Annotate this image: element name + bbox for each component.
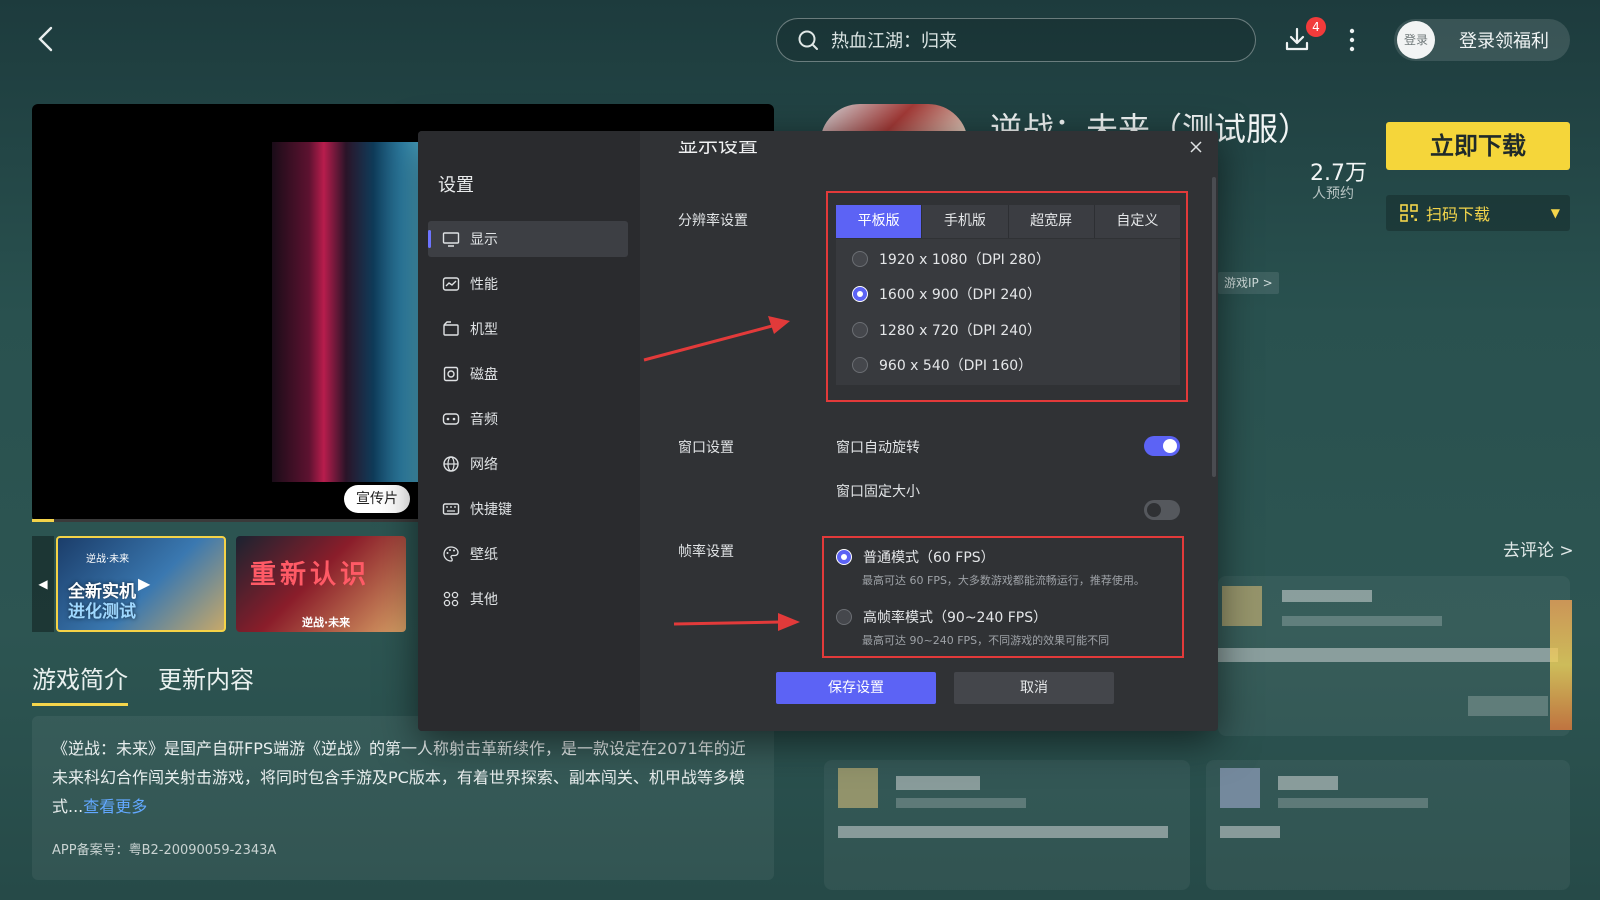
video-progress-fill: [32, 519, 54, 522]
palette-icon: [443, 546, 459, 562]
fixed-size-toggle[interactable]: [1144, 500, 1180, 520]
menu-item-network[interactable]: 网络: [428, 446, 628, 482]
fixed-size-label: 窗口固定大小: [836, 484, 920, 500]
tab-update-content[interactable]: 更新内容: [158, 660, 254, 706]
scan-download-button[interactable]: 扫码下载 ▼: [1386, 195, 1570, 231]
reserve-label: 人预约: [1312, 186, 1354, 202]
annotation-arrow: [643, 316, 790, 362]
game-ip-tag[interactable]: 游戏IP >: [1218, 272, 1279, 294]
settings-title: 设置: [438, 175, 474, 196]
comment-card-blurred: [1206, 760, 1570, 890]
menu-item-disk[interactable]: 磁盘: [428, 356, 628, 392]
thumbnail-video[interactable]: 逆战·未来 全新实机 进化测试 ▶: [56, 536, 226, 632]
save-settings-button[interactable]: 保存设置: [776, 672, 936, 704]
grid-icon: [443, 591, 459, 607]
search-icon: [798, 30, 818, 50]
fps-highlight-box: [822, 536, 1184, 658]
comment-card-blurred: [1218, 576, 1570, 736]
menu-item-audio[interactable]: 音频: [428, 401, 628, 437]
menu-item-other[interactable]: 其他: [428, 581, 628, 617]
scan-download-label: 扫码下载: [1426, 205, 1491, 224]
menu-item-wallpaper[interactable]: 壁纸: [428, 536, 628, 572]
menu-item-display[interactable]: 显示: [428, 221, 628, 257]
thumb-prev-arrow-icon[interactable]: ◀: [32, 536, 54, 632]
icp-record: APP备案号：粤B2-20090059-2343A: [52, 843, 277, 858]
device-icon: [443, 321, 459, 336]
thumbnail-image[interactable]: 重新认识 逆战·未来: [236, 536, 406, 632]
resolution-highlight-box: [826, 191, 1188, 402]
fps-settings-label: 帧率设置: [678, 544, 734, 560]
caret-down-icon[interactable]: ▼: [1551, 206, 1560, 220]
auto-rotate-label: 窗口自动旋转: [836, 440, 920, 456]
thumb-logo: 逆战·未来: [302, 616, 351, 629]
annotation-arrow: [673, 613, 800, 631]
thumb-caption: 全新实机 进化测试: [68, 582, 136, 622]
globe-icon: [443, 456, 459, 472]
menu-item-performance[interactable]: 性能: [428, 266, 628, 302]
settings-sidebar: 设置 显示 性能 机型 磁盘 音频 网络 快捷键 壁纸 其他: [418, 131, 640, 731]
disk-icon: [443, 366, 459, 382]
menu-item-shortcuts[interactable]: 快捷键: [428, 491, 628, 527]
login-button[interactable]: 登录 登录领福利: [1394, 19, 1570, 61]
comment-card-image-edge: [1550, 600, 1572, 730]
cancel-button[interactable]: 取消: [954, 672, 1114, 704]
keyboard-icon: [442, 503, 460, 515]
settings-dialog: 设置 显示 性能 机型 磁盘 音频 网络 快捷键 壁纸 其他 显示设置 分辨率设…: [418, 131, 1218, 731]
search-input[interactable]: 热血江湖：归来: [776, 18, 1256, 62]
download-now-button[interactable]: 立即下载: [1386, 122, 1570, 170]
resolution-label: 分辨率设置: [678, 213, 748, 229]
download-count-badge: 4: [1306, 17, 1326, 37]
qr-code-icon: [1400, 204, 1418, 222]
play-icon: ▶: [138, 574, 151, 593]
more-options-icon[interactable]: [1345, 26, 1359, 54]
intro-card: 《逆战：未来》是国产自研FPS端游《逆战》的第一人称射击革新续作，是一款设定在2…: [32, 716, 774, 880]
avatar: 登录: [1397, 21, 1435, 59]
section-heading: 显示设置: [678, 133, 758, 157]
see-more-link[interactable]: 查看更多: [83, 797, 147, 816]
back-arrow-icon[interactable]: [32, 24, 62, 54]
tab-game-intro[interactable]: 游戏简介: [32, 660, 128, 706]
settings-scrollbar[interactable]: [1212, 177, 1216, 477]
go-comment-link[interactable]: 去评论 >: [1503, 536, 1574, 561]
audio-icon: [442, 413, 460, 425]
menu-item-device[interactable]: 机型: [428, 311, 628, 347]
window-settings-label: 窗口设置: [678, 440, 734, 456]
thumb-logo: 逆战·未来: [86, 554, 130, 565]
video-type-tag: 宣传片: [344, 485, 410, 513]
content-tabs: 游戏简介 更新内容: [32, 660, 254, 706]
performance-icon: [442, 277, 460, 291]
close-icon[interactable]: [1188, 139, 1204, 155]
intro-text: 《逆战：未来》是国产自研FPS端游《逆战》的第一人称射击革新续作，是一款设定在2…: [52, 739, 746, 816]
comment-card-blurred: [824, 760, 1190, 890]
auto-rotate-toggle[interactable]: [1144, 436, 1180, 456]
settings-content: 显示设置 分辨率设置 平板版 手机版 超宽屏 自定义 1920 x 1080（D…: [640, 131, 1218, 731]
monitor-icon: [442, 232, 460, 247]
thumb-caption: 重新认识: [250, 560, 371, 590]
search-placeholder: 热血江湖：归来: [831, 31, 957, 52]
login-label: 登录领福利: [1459, 31, 1549, 52]
